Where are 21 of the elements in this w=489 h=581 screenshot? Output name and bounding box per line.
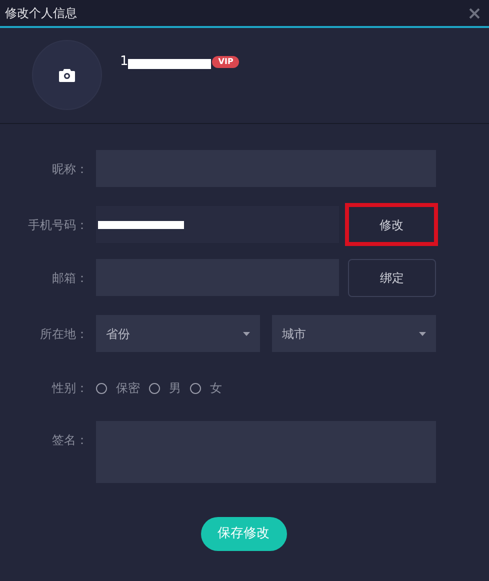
field-label: 签名：	[51, 432, 89, 449]
vip-badge: VIP	[212, 56, 240, 68]
dropdown[interactable]: 城市	[272, 315, 436, 352]
caret-icon	[243, 332, 250, 336]
edit-button[interactable]: 修改	[345, 203, 438, 246]
gender-radio[interactable]: 女	[190, 379, 222, 397]
window-title: 修改个人信息	[5, 5, 77, 22]
username: 1	[120, 53, 128, 71]
dropdown[interactable]: 省份	[96, 315, 260, 352]
field-label: 所在地：	[39, 326, 89, 342]
field-label: 性别：	[50, 380, 89, 397]
camera-icon	[59, 68, 75, 82]
phone-field[interactable]	[96, 206, 339, 243]
gender-radio[interactable]: 保密	[96, 379, 140, 397]
bind-button[interactable]: 绑定	[348, 258, 436, 296]
field-label: 手机号码：	[27, 216, 89, 234]
gender-radio[interactable]: 男	[149, 379, 181, 397]
close-icon[interactable]	[469, 8, 480, 18]
field-label: 邮箱：	[51, 270, 89, 286]
field-label: 昵称：	[51, 160, 89, 178]
caret-icon	[419, 332, 426, 336]
